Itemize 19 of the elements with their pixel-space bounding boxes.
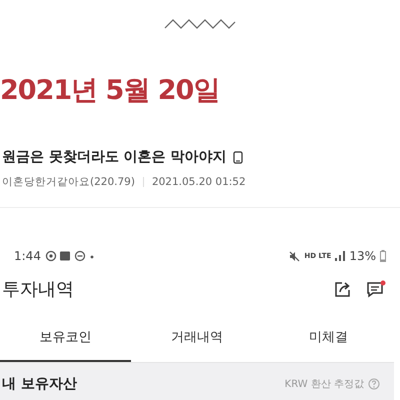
post-author: 이혼당한거같아요(220.79) [2,175,135,189]
share-icon[interactable] [334,280,352,298]
status-time: 1:44 [14,249,41,263]
signal-icon [335,251,346,261]
post-time: 2021.05.20 01:52 [152,176,246,188]
battery-icon [380,250,386,262]
screen-title: 투자내역 [2,278,74,301]
section-note: KRW 환산 추정값 [284,378,364,391]
tab[interactable]: 거래내역 [131,316,263,362]
chat-icon[interactable] [366,280,386,298]
tab[interactable]: 미체결 [262,316,394,362]
battery-percent: 13% [349,249,376,263]
section-title: 내 보유자산 [2,375,77,393]
status-icons [44,250,95,262]
zigzag-ornament [164,18,236,30]
post-title: 원금은 못찾더라도 이혼은 막아야지 [2,148,227,166]
post-date: 2021년 5월 20일 [0,74,220,108]
mute-icon [289,250,300,262]
phone-icon [232,150,243,164]
